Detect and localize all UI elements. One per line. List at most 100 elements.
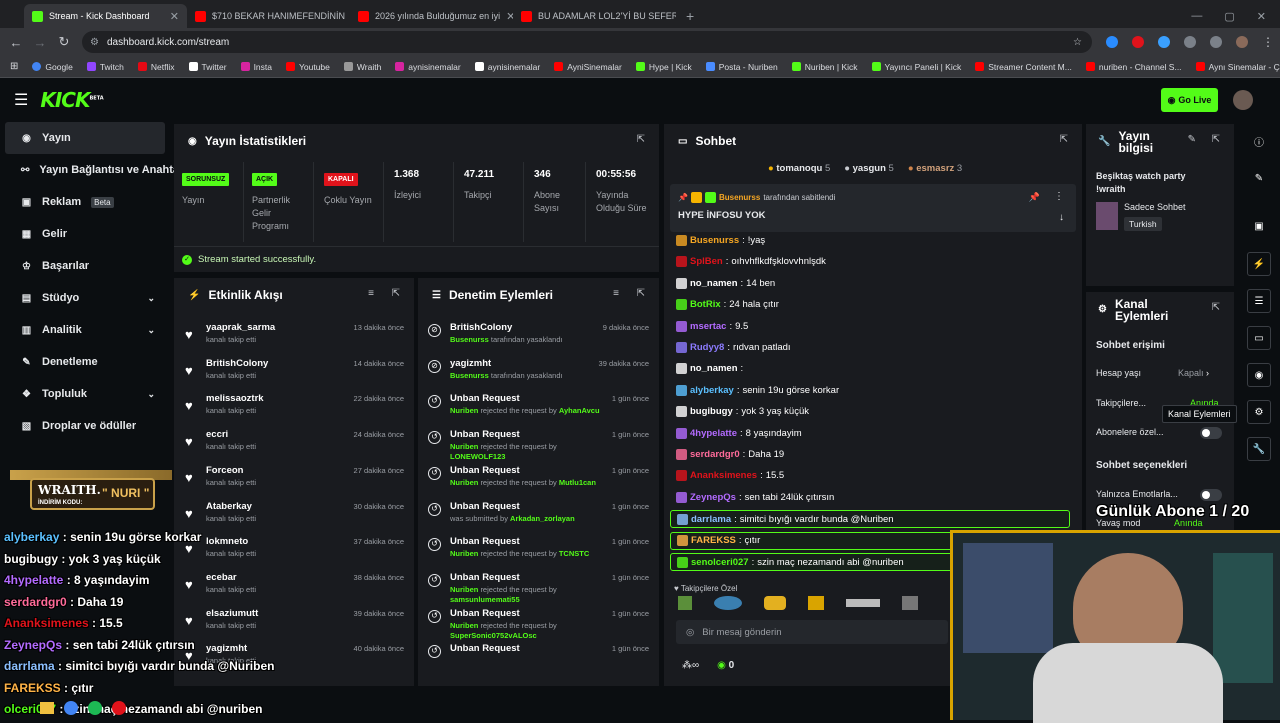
- filter-icon[interactable]: ≡: [368, 288, 374, 299]
- popout-icon[interactable]: ⇱: [637, 134, 645, 145]
- moderation-row[interactable]: ⊘ BritishColony Busenurss tarafından yasak…: [418, 322, 659, 358]
- minimize-icon[interactable]: —: [1191, 10, 1202, 22]
- bookmark-item[interactable]: AyniSinemalar: [554, 62, 622, 72]
- kick-logo[interactable]: KICKBETA: [40, 88, 103, 112]
- extensions-puzzle-icon[interactable]: [1184, 36, 1196, 48]
- bookmark-item[interactable]: Wraith: [343, 62, 381, 72]
- chat-message[interactable]: alyberkay: senin 19u görse korkar: [676, 384, 839, 396]
- activity-row[interactable]: ♥ ecebar kanalı takip etti 38 dakika önce: [174, 572, 414, 608]
- sidebar-item-studyo[interactable]: ▤ Stüdyo ⌄: [5, 282, 165, 314]
- chat-username[interactable]: 4hypelatte: [690, 428, 737, 439]
- chat-message[interactable]: 4hypelatte:8 yaşındayim: [676, 427, 802, 439]
- users-infinite-icon[interactable]: ⁂∞: [682, 660, 699, 671]
- card-icon[interactable]: ▣: [1247, 214, 1271, 238]
- gifter-item[interactable]: ● yasgun 5: [844, 163, 894, 174]
- bookmark-item[interactable]: Insta: [240, 62, 272, 72]
- account-age-select[interactable]: Kapalı ›: [1178, 368, 1209, 378]
- popout-icon[interactable]: ⇱: [1060, 134, 1068, 145]
- tab-search-icon[interactable]: [1210, 36, 1222, 48]
- popout-icon[interactable]: ⇱: [637, 288, 645, 299]
- wrench-icon[interactable]: 🔧: [1247, 437, 1271, 461]
- chat-username[interactable]: serdardgr0: [690, 449, 740, 460]
- bookmark-item[interactable]: Youtube: [286, 62, 330, 72]
- chat-message[interactable]: SplBen: oıhvhflkdfşklovvhnlşdk: [676, 256, 826, 268]
- activity-row[interactable]: ♥ yaaprak_sarma kanalı takip etti 13 dakika…: [174, 322, 414, 358]
- chat-username[interactable]: Busenurss: [690, 235, 739, 246]
- extension-icon[interactable]: [1106, 36, 1118, 48]
- chat-message[interactable]: bugibugy: yok 3 yaş küçük: [676, 406, 809, 418]
- sidebar-item-denetleme[interactable]: ✎ Denetleme: [5, 346, 165, 378]
- extension-icon[interactable]: [1158, 36, 1170, 48]
- edit-icon[interactable]: ✎: [1188, 134, 1196, 145]
- moderation-row[interactable]: ↺ Unban Request Nuriben rejected the reque…: [418, 536, 659, 572]
- sliders-icon[interactable]: ⚙: [1247, 400, 1271, 424]
- sidebar-item-basarilar[interactable]: ♔ Başarılar: [5, 250, 165, 282]
- reload-icon[interactable]: ↻: [52, 34, 76, 50]
- sidebar-item-stream-key[interactable]: ⚯ Yayın Bağlantısı ve Anahtar: [5, 154, 183, 186]
- chat-message[interactable]: Busenurss: !yaş: [676, 235, 765, 246]
- chat-message[interactable]: ZeynepQs: sen tabi 24lük çıtırsın: [676, 491, 834, 503]
- hamburger-menu-icon[interactable]: ☰: [14, 90, 28, 110]
- bookmark-item[interactable]: Nuriben | Kick: [791, 62, 858, 72]
- bookmark-item[interactable]: Aynı Sinemalar - Ça...: [1195, 62, 1280, 72]
- popout-icon[interactable]: ⇱: [1212, 134, 1220, 145]
- category-name[interactable]: Sadece Sohbet: [1124, 202, 1186, 212]
- forward-icon[interactable]: →: [28, 35, 52, 50]
- unpin-icon[interactable]: 📌: [1029, 192, 1040, 203]
- chat-username[interactable]: FAREKSS: [691, 535, 736, 546]
- emotes-only-toggle[interactable]: [1200, 489, 1222, 501]
- url-field[interactable]: ⚙ dashboard.kick.com/stream ☆: [82, 31, 1092, 53]
- bookmark-item[interactable]: Yayıncı Paneli | Kick: [871, 62, 961, 72]
- moderation-row[interactable]: ⊘ yagizmht Busenurss tarafından yasaklandı…: [418, 358, 659, 394]
- gifter-item[interactable]: ● esmasrz 3: [908, 163, 962, 174]
- popout-icon[interactable]: ⇱: [1212, 302, 1220, 313]
- sidebar-item-gelir[interactable]: ▦ Gelir: [5, 218, 165, 250]
- chat-username[interactable]: no_namen: [690, 278, 738, 289]
- chat-message[interactable]: Rudyy8: rıdvan patladı: [676, 342, 791, 353]
- bookmark-item[interactable]: Twitter: [188, 62, 227, 72]
- sidebar-item-reklam[interactable]: ▣ Reklam Beta: [5, 186, 165, 218]
- subs-only-toggle[interactable]: [1200, 427, 1222, 439]
- sidebar-item-droplar[interactable]: ▧ Droplar ve ödüller: [5, 410, 165, 442]
- chat-message[interactable]: no_namen:14 ben: [676, 277, 775, 289]
- chat-username[interactable]: Ananksimenes: [690, 470, 757, 481]
- emote-icon[interactable]: [678, 596, 692, 610]
- chat-message[interactable]: serdardgr0: Daha 19: [676, 449, 784, 460]
- bookmark-item[interactable]: Posta - Nuriben: [705, 62, 778, 72]
- expand-down-icon[interactable]: ↓: [1059, 212, 1064, 223]
- chat-username[interactable]: darrlama: [691, 514, 731, 525]
- bookmark-item[interactable]: aynisinemalar: [395, 62, 461, 72]
- activity-row[interactable]: ♥ Forceon kanalı takip etti 27 dakika önce: [174, 465, 414, 501]
- gifter-item[interactable]: ● tomanoqu 5: [768, 163, 830, 174]
- moderation-row[interactable]: ↺ Unban Request was submitted by Arkadan_z…: [418, 501, 659, 537]
- chat-message[interactable]: BotRix:24 hala çıtır: [676, 299, 779, 311]
- moderation-row[interactable]: ↺ Unban Request Nuriben rejected the reque…: [418, 608, 659, 644]
- go-live-button[interactable]: ◉ Go Live: [1161, 88, 1218, 112]
- bookmark-item[interactable]: aynisinemalar: [474, 62, 540, 72]
- avatar[interactable]: [1233, 90, 1253, 110]
- chat-username[interactable]: msertac: [690, 321, 726, 332]
- profile-icon[interactable]: [1236, 36, 1248, 48]
- filter-icon[interactable]: ≡: [613, 288, 619, 299]
- bookmark-item[interactable]: Twitch: [86, 62, 124, 72]
- sidebar-item-topluluk[interactable]: ❖ Topluluk ⌄: [5, 378, 165, 410]
- menu-dots-icon[interactable]: ⋮: [1262, 35, 1274, 49]
- more-options-icon[interactable]: ⋮: [1054, 191, 1064, 202]
- chat-username[interactable]: senolceri027: [691, 557, 749, 568]
- bolt-icon[interactable]: ⚡: [1247, 252, 1271, 276]
- chat-username[interactable]: no_namen: [690, 363, 738, 374]
- activity-row[interactable]: ♥ Ataberkay kanalı takip etti 30 dakika önc…: [174, 501, 414, 537]
- bookmark-item[interactable]: Streamer Content M...: [975, 62, 1072, 72]
- chat-username[interactable]: SplBen: [690, 256, 723, 267]
- sidebar-item-analitik[interactable]: ▥ Analitik ⌄: [5, 314, 165, 346]
- bookmark-star-icon[interactable]: ☆: [1073, 37, 1082, 48]
- chat-username[interactable]: ZeynepQs: [690, 492, 736, 503]
- emote-icon[interactable]: [808, 596, 824, 610]
- apps-grid-icon[interactable]: ⊞: [10, 61, 18, 72]
- close-icon[interactable]: ✕: [506, 10, 513, 23]
- bookmark-item[interactable]: Google: [32, 62, 73, 72]
- moderation-row[interactable]: ↺ Unban Request Nuriben rejected the reque…: [418, 572, 659, 608]
- activity-row[interactable]: ♥ melissaoztrk kanalı takip etti 22 dakika …: [174, 393, 414, 429]
- chat-message[interactable]: darrlama: simitci bıyığı vardır bunda @Nu…: [670, 510, 1070, 529]
- bookmark-item[interactable]: Netflix: [137, 62, 175, 72]
